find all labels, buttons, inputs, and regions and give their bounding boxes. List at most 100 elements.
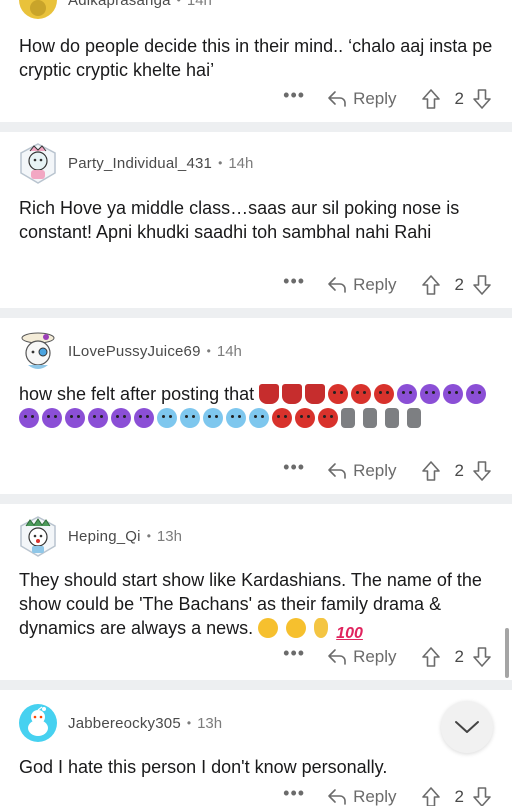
upvote-arrow-icon[interactable] [421, 88, 441, 110]
reply-button[interactable]: Reply [327, 647, 397, 667]
moai-emoji [407, 408, 421, 428]
scroll-down-button[interactable] [441, 701, 493, 753]
reply-button[interactable]: Reply [327, 787, 397, 806]
victory-hand-emoji [314, 618, 329, 638]
purple-emoji [397, 384, 418, 404]
red-emoji [295, 408, 315, 428]
red-emoji [272, 408, 292, 428]
vote-controls: 2 [421, 646, 492, 668]
more-options-button[interactable]: ••• [283, 86, 305, 108]
downvote-arrow-icon[interactable] [472, 88, 492, 110]
reply-arrow-icon [328, 649, 346, 665]
comment-text-content: They should start show like Kardashians.… [19, 570, 482, 638]
purple-emoji [134, 408, 154, 428]
scrollbar[interactable] [505, 628, 509, 678]
cold-emoji [157, 408, 177, 428]
vote-controls: 2 [421, 786, 492, 806]
reply-button[interactable]: Reply [327, 275, 397, 295]
cold-emoji [203, 408, 223, 428]
meta-separator: • [218, 156, 223, 170]
meta-separator: • [186, 716, 192, 730]
more-options-button[interactable]: ••• [283, 784, 305, 806]
purple-emoji [42, 408, 62, 428]
red-emoji [351, 384, 372, 404]
comment-header: Adikaprasanga • 14h [18, 0, 212, 22]
comment-text-content: how she felt after posting that [19, 384, 255, 404]
avatar[interactable] [18, 514, 58, 558]
goblin-emoji [259, 384, 280, 404]
red-emoji [374, 384, 395, 404]
avatar[interactable] [18, 141, 58, 185]
comment-text: how she felt after posting that [19, 382, 494, 430]
reply-arrow-icon [328, 91, 346, 107]
downvote-arrow-icon[interactable] [472, 274, 492, 296]
reply-button[interactable]: Reply [327, 89, 397, 109]
upvote-arrow-icon[interactable] [421, 646, 441, 668]
reply-label: Reply [353, 647, 397, 666]
comment-text: God I hate this person I don't know pers… [19, 757, 388, 777]
vote-count: 2 [454, 461, 464, 480]
purple-emoji [420, 384, 441, 404]
reply-label: Reply [353, 275, 397, 294]
upvote-arrow-icon[interactable] [421, 274, 441, 296]
username[interactable]: Adikaprasanga [68, 0, 171, 9]
red-emoji [328, 384, 349, 404]
more-options-button[interactable]: ••• [283, 272, 305, 294]
meta-separator: • [146, 529, 151, 543]
comment-text: They should start show like Kardashians.… [19, 568, 498, 642]
timestamp: 13h [197, 714, 223, 732]
username[interactable]: Heping_Qi [68, 528, 141, 545]
comment-header: Jabbereocky305 • 13h [18, 701, 222, 745]
avatar[interactable] [18, 0, 58, 22]
comment-actions: ••• Reply 2 [283, 271, 492, 299]
reply-arrow-icon [328, 277, 346, 293]
purple-emoji [19, 408, 39, 428]
downvote-arrow-icon[interactable] [472, 786, 492, 806]
comment-header: ILovePussyJuice69 • 14h [18, 329, 242, 373]
comment-header: Heping_Qi • 13h [18, 514, 182, 558]
comment-text: Rich Hove ya middle class…saas aur sil p… [19, 198, 460, 242]
vote-controls: 2 [421, 88, 492, 110]
reply-label: Reply [353, 461, 397, 480]
cold-emoji [249, 408, 269, 428]
purple-emoji [111, 408, 131, 428]
username[interactable]: ILovePussyJuice69 [68, 343, 201, 360]
timestamp: 14h [228, 154, 254, 172]
username[interactable]: Party_Individual_431 [68, 155, 212, 172]
goblin-emoji [305, 384, 326, 404]
comment-divider [0, 122, 512, 132]
more-options-button[interactable]: ••• [283, 458, 305, 480]
cold-emoji [180, 408, 200, 428]
moai-emoji [341, 408, 355, 428]
goblin-emoji [282, 384, 303, 404]
meta-separator: • [206, 344, 211, 358]
comment-divider [0, 680, 512, 690]
downvote-arrow-icon[interactable] [472, 646, 492, 668]
comment-actions: ••• Reply 2 [283, 85, 492, 113]
comment-actions: ••• Reply 2 [283, 783, 492, 806]
timestamp: 14h [216, 342, 242, 360]
upvote-arrow-icon[interactable] [421, 786, 441, 806]
reply-button[interactable]: Reply [327, 461, 397, 481]
vote-controls: 2 [421, 274, 492, 296]
reply-arrow-icon [328, 789, 346, 805]
upvote-arrow-icon[interactable] [421, 460, 441, 482]
downvote-arrow-icon[interactable] [472, 460, 492, 482]
avatar[interactable] [18, 329, 58, 373]
moai-emoji [363, 408, 377, 428]
comment-actions: ••• Reply 2 [283, 643, 492, 671]
reply-arrow-icon [328, 463, 346, 479]
vote-count: 2 [454, 275, 464, 294]
cold-emoji [226, 408, 246, 428]
username[interactable]: Jabbereocky305 [68, 715, 181, 732]
comment-actions: ••• Reply 2 [283, 457, 492, 485]
more-options-button[interactable]: ••• [283, 644, 305, 666]
timestamp: 13h [156, 527, 182, 545]
red-emoji [318, 408, 338, 428]
chevron-down-icon [455, 721, 479, 733]
hundred-points-emoji: 100 [336, 625, 363, 642]
purple-emoji [466, 384, 487, 404]
meta-separator: • [176, 0, 181, 7]
joy-emoji [258, 618, 279, 638]
avatar[interactable] [18, 701, 58, 745]
